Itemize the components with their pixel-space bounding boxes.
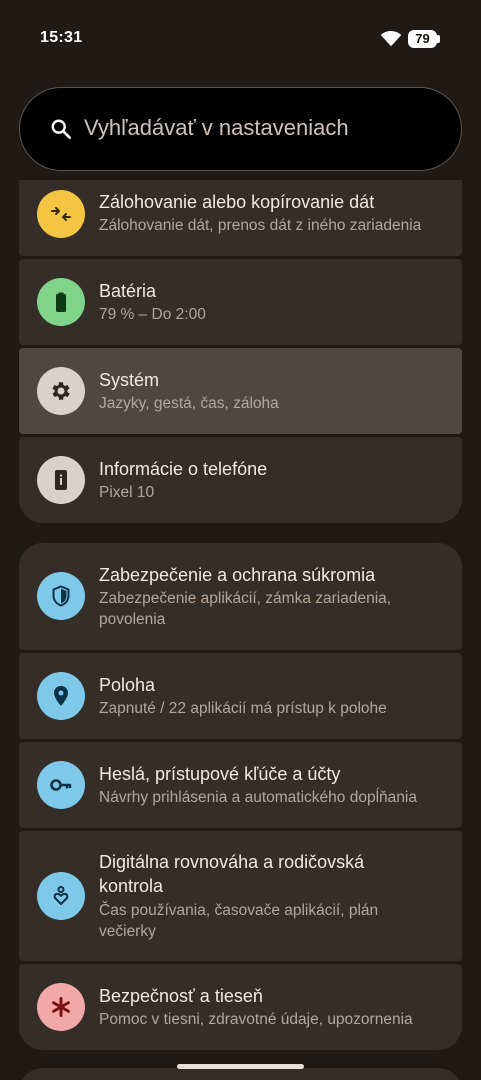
settings-item-subtitle: Jazyky, gestá, čas, záloha	[99, 395, 279, 412]
settings-item-subtitle: Čas používania, časovače aplikácií, plán…	[99, 902, 379, 940]
settings-item-about-phone[interactable]: Informácie o telefóne Pixel 10	[19, 437, 462, 523]
settings-item-subtitle: Zabezpečenie aplikácií, zámka zariadenia…	[99, 590, 392, 628]
wellbeing-icon	[37, 872, 85, 920]
battery-icon: 79	[408, 30, 441, 48]
shield-icon	[37, 572, 85, 620]
settings-screen: 15:31 79 Vyhľadávať v nastaveniach Záloh…	[0, 0, 481, 1080]
settings-item-title: Informácie o telefóne	[99, 459, 268, 479]
settings-item-subtitle: Zapnuté / 22 aplikácií má prístup k polo…	[99, 700, 387, 717]
settings-item-digital-wellbeing[interactable]: Digitálna rovnováha a rodičovská kontrol…	[19, 831, 462, 961]
home-indicator[interactable]	[177, 1064, 304, 1069]
data-transfer-icon	[37, 190, 85, 238]
phone-info-icon	[37, 456, 85, 504]
settings-item-subtitle: Pomoc v tiesni, zdravotné údaje, upozorn…	[99, 1011, 413, 1028]
settings-item-title: Poloha	[99, 675, 156, 695]
settings-item-subtitle: Pixel 10	[99, 484, 155, 501]
settings-item-subtitle: 79 % – Do 2:00	[99, 306, 206, 323]
settings-item-title: Systém	[99, 370, 160, 390]
settings-item-passwords-accounts[interactable]: Heslá, prístupové kľúče a účty Návrhy pr…	[19, 742, 462, 828]
settings-group-peek	[19, 1068, 462, 1080]
settings-item-location[interactable]: Poloha Zapnuté / 22 aplikácií má prístup…	[19, 653, 462, 739]
settings-item-safety-emergency[interactable]: Bezpečnosť a tieseň Pomoc v tiesni, zdra…	[19, 964, 462, 1050]
search-bar[interactable]: Vyhľadávať v nastaveniach	[19, 87, 462, 171]
emergency-asterisk-icon	[37, 983, 85, 1031]
settings-item-title: Zabezpečenie a ochrana súkromia	[99, 565, 376, 585]
settings-item-title: Batéria	[99, 281, 157, 301]
settings-item-system[interactable]: Systém Jazyky, gestá, čas, záloha	[19, 348, 462, 434]
battery-icon	[37, 278, 85, 326]
settings-item-subtitle: Zálohovanie dát, prenos dát z iného zari…	[99, 217, 422, 234]
settings-item-title: Bezpečnosť a tieseň	[99, 986, 263, 1006]
settings-item-security-privacy[interactable]: Zabezpečenie a ochrana súkromia Zabezpeč…	[19, 543, 462, 650]
battery-level: 79	[415, 31, 430, 46]
settings-item-title: Heslá, prístupové kľúče a účty	[99, 764, 341, 784]
search-placeholder: Vyhľadávať v nastaveniach	[84, 115, 349, 140]
status-time: 15:31	[40, 29, 83, 46]
search-icon	[51, 119, 71, 139]
status-bar: 15:31 79	[0, 0, 481, 70]
settings-item-title: Zálohovanie alebo kopírovanie dát	[99, 192, 375, 212]
settings-item-battery[interactable]: Batéria 79 % – Do 2:00	[19, 259, 462, 345]
gear-icon	[37, 367, 85, 415]
settings-item-backup[interactable]: Zálohovanie alebo kopírovanie dát Záloho…	[19, 180, 462, 256]
settings-item-title: Digitálna rovnováha a rodičovská kontrol…	[99, 852, 365, 896]
settings-item-subtitle: Návrhy prihlásenia a automatického dopĺň…	[99, 789, 417, 806]
location-pin-icon	[37, 672, 85, 720]
key-icon	[37, 761, 85, 809]
wifi-icon	[380, 30, 402, 47]
